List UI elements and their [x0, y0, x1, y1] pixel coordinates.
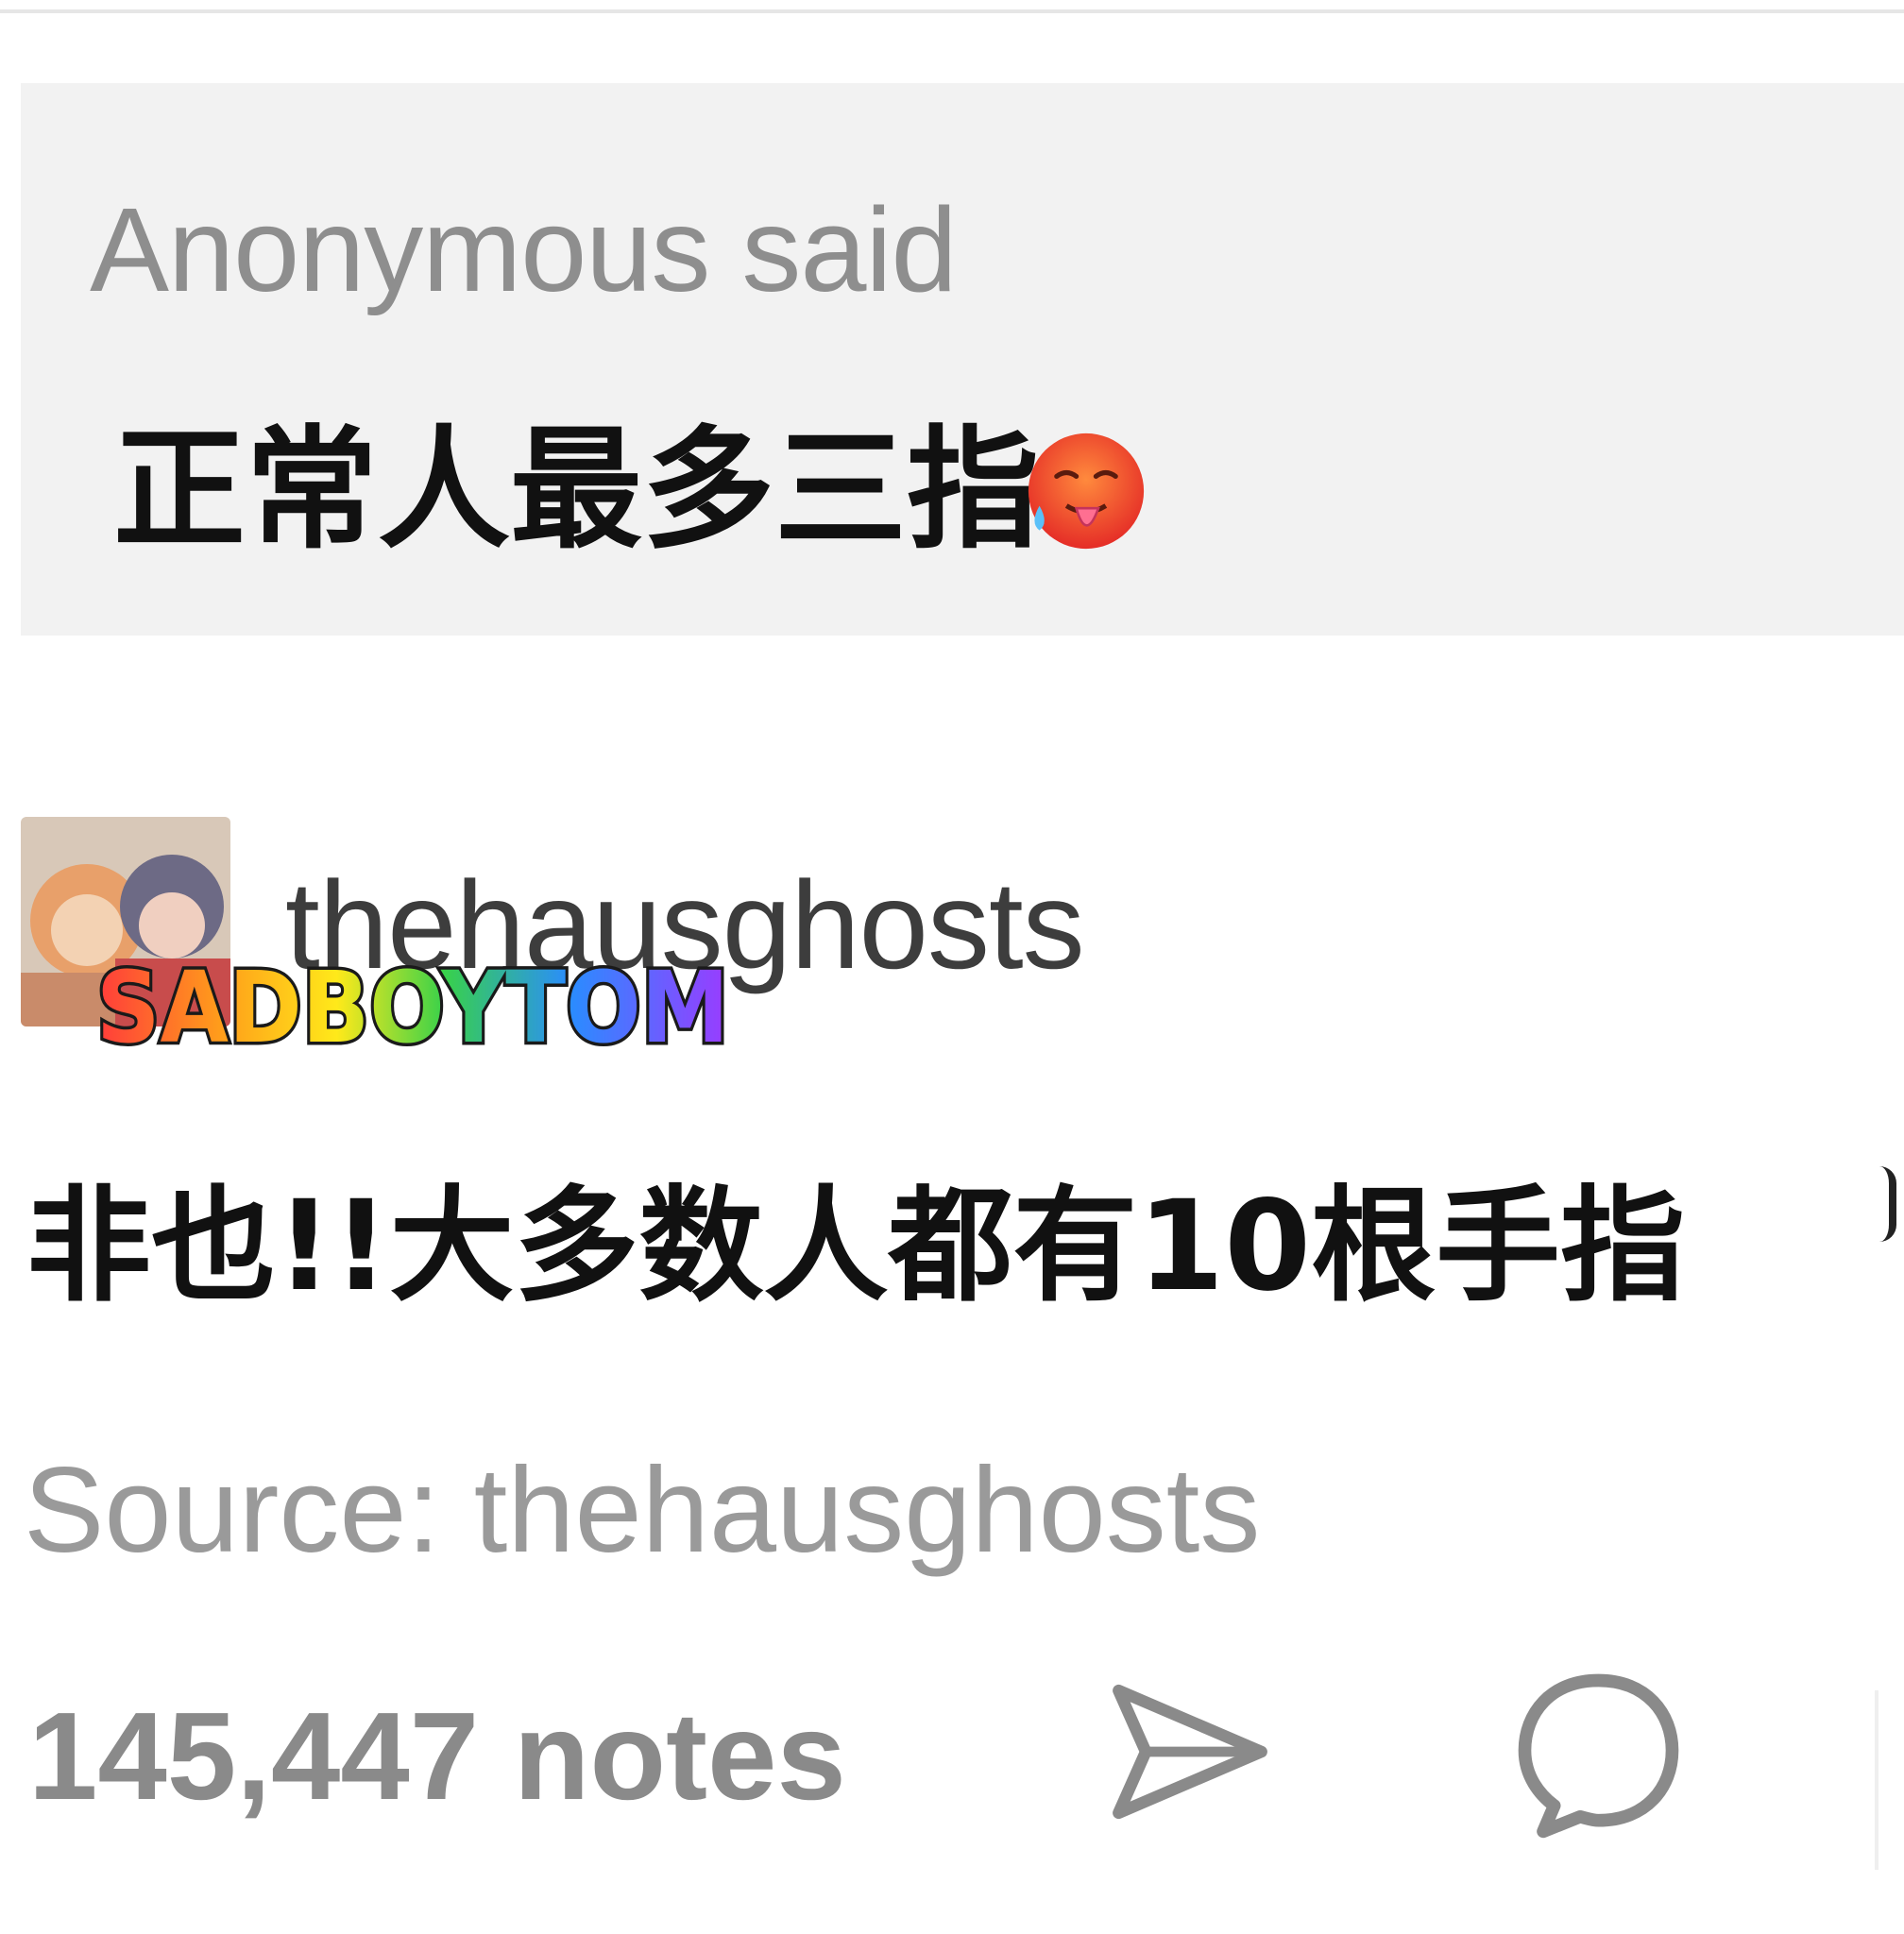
- send-icon[interactable]: [1105, 1667, 1275, 1837]
- edge-fragment: [1879, 1166, 1896, 1242]
- notes-count[interactable]: 145,447 notes: [28, 1686, 846, 1827]
- hot-face-emoji-icon: [1028, 433, 1145, 550]
- question-text: 正常人最多三指: [113, 414, 1040, 568]
- edge-divider: [1875, 1690, 1904, 1870]
- asker-label: Anonymous said: [90, 183, 958, 316]
- svg-text:SADBOYTOM: SADBOYTOM: [96, 950, 729, 1062]
- source-link[interactable]: Source: thehausghosts: [24, 1440, 1260, 1582]
- top-divider: [0, 9, 1904, 13]
- speech-bubble-icon[interactable]: [1506, 1662, 1691, 1846]
- answer-text: 非也!!大多数人都有10根手指: [26, 1174, 1686, 1319]
- sadboytom-watermark: SADBOYTOM: [94, 949, 733, 1062]
